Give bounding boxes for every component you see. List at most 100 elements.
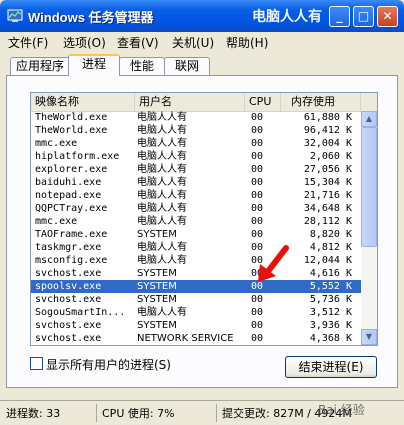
- table-row[interactable]: msconfig.exe 电脑人人有 00 12,044 K: [31, 254, 361, 267]
- process-cpu: 00: [251, 216, 264, 227]
- process-list[interactable]: 映像名称 用户名 CPU 内存使用 TheWorld.exe 电脑人人有 00 61,…: [30, 92, 378, 346]
- window-title: Windows 任务管理器: [28, 10, 154, 25]
- process-cpu: 00: [251, 229, 264, 240]
- process-name: taskmgr.exe: [35, 242, 102, 253]
- process-user: 电脑人人有: [137, 164, 187, 175]
- process-memory: 96,412 K: [303, 125, 352, 136]
- table-row[interactable]: spoolsv.exe SYSTEM 00 5,552 K: [31, 280, 361, 293]
- status-divider: [96, 404, 97, 422]
- process-name: SogouSmartIn...: [35, 307, 126, 318]
- process-cpu: 00: [251, 320, 264, 331]
- process-name: explorer.exe: [35, 164, 108, 175]
- menu-view[interactable]: 查看(V): [117, 34, 159, 51]
- process-memory: 27,056 K: [303, 164, 352, 175]
- process-memory: 32,004 K: [303, 138, 352, 149]
- process-name: hiplatform.exe: [35, 151, 120, 162]
- vertical-scrollbar[interactable]: ▲ ▼: [361, 111, 377, 345]
- menu-help[interactable]: 帮助(H): [226, 34, 268, 51]
- table-row[interactable]: mmc.exe 电脑人人有 00 28,112 K: [31, 215, 361, 228]
- table-row[interactable]: svchost.exe NETWORK SERVICE 00 4,368 K: [31, 332, 361, 345]
- process-user: NETWORK SERVICE: [137, 333, 234, 344]
- process-cpu: 00: [251, 177, 264, 188]
- table-row[interactable]: svchost.exe SYSTEM 00 3,936 K: [31, 319, 361, 332]
- table-row[interactable]: QQPCTray.exe 电脑人人有 00 34,648 K: [31, 202, 361, 215]
- table-row[interactable]: taskmgr.exe 电脑人人有 00 4,812 K: [31, 241, 361, 254]
- tab-processes[interactable]: 进程: [68, 54, 120, 76]
- table-row[interactable]: TheWorld.exe 电脑人人有 00 96,412 K: [31, 124, 361, 137]
- process-user: 电脑人人有: [137, 255, 187, 266]
- table-row[interactable]: TheWorld.exe 电脑人人有 00 61,880 K: [31, 111, 361, 124]
- status-cpu-usage: CPU 使用: 7%: [102, 407, 175, 420]
- table-row[interactable]: SogouSmartIn... 电脑人人有 00 3,512 K: [31, 306, 361, 319]
- process-cpu: 00: [251, 333, 264, 344]
- process-user: SYSTEM: [137, 320, 177, 331]
- col-cpu[interactable]: CPU: [245, 93, 281, 111]
- process-memory: 8,820 K: [309, 229, 352, 240]
- process-memory: 4,812 K: [309, 242, 352, 253]
- col-image-name[interactable]: 映像名称: [31, 93, 135, 111]
- process-memory: 3,936 K: [309, 320, 352, 331]
- table-row[interactable]: svchost.exe SYSTEM 00 4,616 K: [31, 267, 361, 280]
- process-cpu: 00: [251, 151, 264, 162]
- scroll-thumb[interactable]: [361, 127, 377, 247]
- tab-performance[interactable]: 性能: [119, 57, 165, 75]
- show-all-users-label[interactable]: 显示所有用户的进程(S): [46, 356, 171, 373]
- process-memory: 61,880 K: [303, 112, 352, 123]
- process-user: 电脑人人有: [137, 203, 187, 214]
- end-process-button[interactable]: 结束进程(E): [285, 356, 377, 378]
- table-row[interactable]: mmc.exe 电脑人人有 00 32,004 K: [31, 137, 361, 150]
- process-user: 电脑人人有: [137, 151, 187, 162]
- table-row[interactable]: TAOFrame.exe SYSTEM 00 8,820 K: [31, 228, 361, 241]
- process-name: svchost.exe: [35, 294, 102, 305]
- watermark-text: 电脑人人有: [252, 9, 322, 25]
- status-divider: [216, 404, 217, 422]
- col-memory[interactable]: 内存使用: [281, 93, 361, 111]
- scroll-up-icon[interactable]: ▲: [361, 111, 377, 127]
- task-manager-window: Windows 任务管理器 电脑人人有 _ □ ✕ 文件(F) 选项(O) 查看…: [0, 0, 404, 425]
- process-memory: 2,060 K: [309, 151, 352, 162]
- process-user: 电脑人人有: [137, 190, 187, 201]
- table-row[interactable]: hiplatform.exe 电脑人人有 00 2,060 K: [31, 150, 361, 163]
- process-user: SYSTEM: [137, 268, 177, 279]
- process-name: msconfig.exe: [35, 255, 108, 266]
- process-user: 电脑人人有: [137, 112, 187, 123]
- process-cpu: 00: [251, 190, 264, 201]
- maximize-button[interactable]: □: [353, 6, 374, 27]
- menu-file[interactable]: 文件(F): [8, 34, 48, 51]
- process-user: SYSTEM: [137, 281, 177, 292]
- process-name: svchost.exe: [35, 320, 102, 331]
- tab-applications[interactable]: 应用程序: [10, 57, 70, 75]
- show-all-users-checkbox[interactable]: [30, 357, 43, 370]
- process-memory: 4,368 K: [309, 333, 352, 344]
- table-row[interactable]: baiduhi.exe 电脑人人有 00 15,304 K: [31, 176, 361, 189]
- process-memory: 5,736 K: [309, 294, 352, 305]
- table-row[interactable]: explorer.exe 电脑人人有 00 27,056 K: [31, 163, 361, 176]
- tab-strip: 应用程序 进程 性能 联网: [0, 54, 404, 76]
- menu-shutdown[interactable]: 关机(U): [172, 34, 214, 51]
- process-user: 电脑人人有: [137, 138, 187, 149]
- table-row[interactable]: svchost.exe SYSTEM 00 5,736 K: [31, 293, 361, 306]
- tab-networking[interactable]: 联网: [164, 57, 210, 75]
- process-memory: 15,304 K: [303, 177, 352, 188]
- col-user-name[interactable]: 用户名: [135, 93, 245, 111]
- process-cpu: 00: [251, 164, 264, 175]
- process-cpu: 00: [251, 125, 264, 136]
- process-name: TAOFrame.exe: [35, 229, 108, 240]
- menu-options[interactable]: 选项(O): [63, 34, 106, 51]
- scroll-down-icon[interactable]: ▼: [361, 329, 377, 345]
- process-memory: 21,716 K: [303, 190, 352, 201]
- process-name: mmc.exe: [35, 216, 78, 227]
- process-name: mmc.exe: [35, 138, 78, 149]
- process-memory: 28,112 K: [303, 216, 352, 227]
- process-memory: 3,512 K: [309, 307, 352, 318]
- table-row[interactable]: notepad.exe 电脑人人有 00 21,716 K: [31, 189, 361, 202]
- process-name: QQPCTray.exe: [35, 203, 108, 214]
- process-memory: 5,552 K: [309, 281, 352, 292]
- list-header: 映像名称 用户名 CPU 内存使用: [31, 93, 377, 112]
- process-name: TheWorld.exe: [35, 125, 108, 136]
- minimize-button[interactable]: _: [329, 6, 350, 27]
- close-button[interactable]: ✕: [377, 6, 398, 27]
- baidu-watermark: Bai 经验: [318, 403, 365, 417]
- title-bar[interactable]: Windows 任务管理器 电脑人人有 _ □ ✕: [0, 0, 404, 32]
- process-name: svchost.exe: [35, 333, 102, 344]
